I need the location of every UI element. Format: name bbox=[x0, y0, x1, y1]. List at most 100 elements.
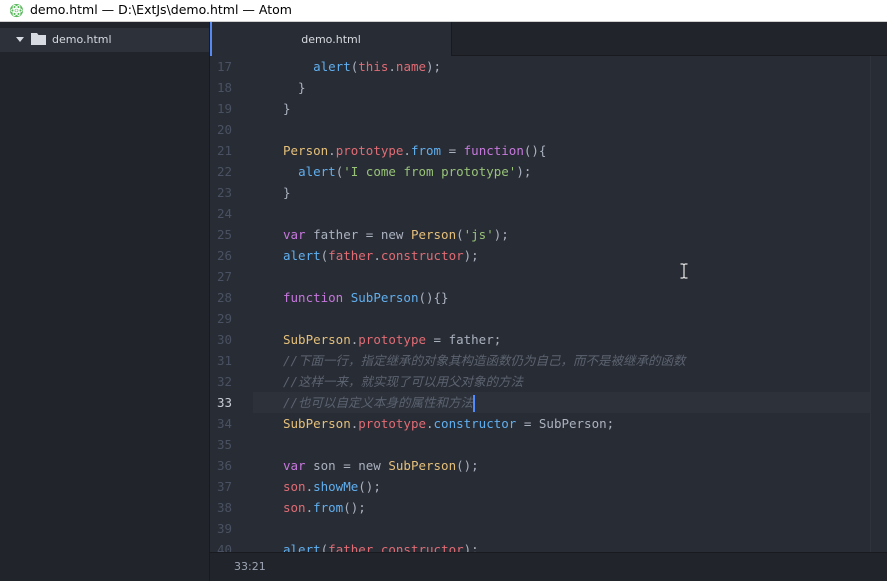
line-number[interactable]: 17 bbox=[210, 56, 252, 77]
line-number[interactable]: 31 bbox=[210, 350, 252, 371]
code-token: var bbox=[283, 227, 306, 242]
line-number[interactable]: 32 bbox=[210, 371, 252, 392]
code-token: son = new bbox=[305, 458, 389, 473]
code-token: constructor bbox=[433, 416, 517, 431]
code-line[interactable]: alert(this.name); bbox=[253, 56, 870, 77]
code-line[interactable]: //也可以自定义本身的属性和方法 bbox=[253, 392, 870, 413]
code-line[interactable]: alert('I come from prototype'); bbox=[253, 161, 870, 182]
code-line[interactable]: var father = new Person('js'); bbox=[253, 224, 870, 245]
code-line[interactable]: } bbox=[253, 77, 870, 98]
line-number[interactable]: 21 bbox=[210, 140, 252, 161]
code-token: ); bbox=[426, 59, 442, 74]
window-title-bar: demo.html — D:\ExtJs\demo.html — Atom bbox=[0, 0, 887, 22]
code-token: alert bbox=[313, 59, 351, 74]
code-line[interactable] bbox=[253, 434, 870, 455]
window-title: demo.html — D:\ExtJs\demo.html — Atom bbox=[30, 2, 292, 17]
code-line[interactable]: SubPerson.prototype = father; bbox=[253, 329, 870, 350]
code-token: . bbox=[373, 248, 381, 263]
code-line[interactable]: Person.prototype.from = function(){ bbox=[253, 140, 870, 161]
status-bar: 33:21 bbox=[210, 552, 887, 581]
editor-scrollbar[interactable] bbox=[870, 56, 887, 552]
code-line[interactable]: alert(father.constructor); bbox=[253, 539, 870, 552]
code-line[interactable] bbox=[253, 308, 870, 329]
code-line[interactable]: SubPerson.prototype.constructor = SubPer… bbox=[253, 413, 870, 434]
code-line[interactable]: function SubPerson(){} bbox=[253, 287, 870, 308]
code-token: father = new bbox=[305, 227, 411, 242]
code-token: from bbox=[410, 143, 442, 158]
line-number[interactable]: 25 bbox=[210, 224, 252, 245]
code-line[interactable] bbox=[253, 266, 870, 287]
code-token: //这样一来，就实现了可以用父对象的方法 bbox=[283, 374, 524, 389]
code-lines[interactable]: alert(this.name); }} Person.prototype.fro… bbox=[253, 56, 870, 552]
code-token: } bbox=[283, 80, 306, 95]
code-token: . bbox=[426, 416, 434, 431]
code-token: (); bbox=[456, 458, 479, 473]
line-number[interactable]: 33 bbox=[210, 392, 252, 413]
line-number[interactable]: 30 bbox=[210, 329, 252, 350]
code-token: . bbox=[403, 143, 411, 158]
code-token: var bbox=[283, 458, 306, 473]
code-token: 'I come from prototype' bbox=[343, 164, 517, 179]
code-token: function bbox=[283, 290, 344, 305]
code-token: prototype bbox=[358, 332, 426, 347]
code-token: ); bbox=[463, 542, 479, 552]
line-number[interactable]: 29 bbox=[210, 308, 252, 329]
tab-demo-html[interactable]: demo.html bbox=[210, 22, 452, 56]
code-line[interactable] bbox=[253, 119, 870, 140]
line-number[interactable]: 18 bbox=[210, 77, 252, 98]
code-line[interactable]: //这样一来，就实现了可以用父对象的方法 bbox=[253, 371, 870, 392]
code-token: (); bbox=[358, 479, 381, 494]
code-line[interactable]: } bbox=[253, 98, 870, 119]
tab-label: demo.html bbox=[301, 33, 361, 46]
text-cursor-icon bbox=[680, 263, 688, 279]
code-token: alert bbox=[283, 248, 321, 263]
code-token: showMe bbox=[313, 479, 359, 494]
line-number[interactable]: 20 bbox=[210, 119, 252, 140]
chevron-down-icon[interactable] bbox=[16, 37, 24, 43]
code-line[interactable]: son.from(); bbox=[253, 497, 870, 518]
code-token: ); bbox=[493, 227, 509, 242]
line-number[interactable]: 22 bbox=[210, 161, 252, 182]
code-token: . bbox=[305, 479, 314, 494]
line-number[interactable]: 28 bbox=[210, 287, 252, 308]
code-token: //下面一行，指定继承的对象其构造函数仍为自己，而不是被继承的函数 bbox=[283, 353, 686, 368]
code-token: = bbox=[441, 143, 464, 158]
cursor-position[interactable]: 33:21 bbox=[234, 560, 266, 573]
code-token: . bbox=[373, 542, 381, 552]
code-line[interactable]: son.showMe(); bbox=[253, 476, 870, 497]
code-line[interactable] bbox=[253, 518, 870, 539]
line-number[interactable]: 19 bbox=[210, 98, 252, 119]
code-token: SubPerson bbox=[283, 416, 351, 431]
line-number[interactable]: 35 bbox=[210, 434, 252, 455]
line-number[interactable]: 34 bbox=[210, 413, 252, 434]
code-token: //也可以自定义本身的属性和方法 bbox=[283, 395, 474, 410]
line-number[interactable]: 36 bbox=[210, 455, 252, 476]
line-number[interactable]: 26 bbox=[210, 245, 252, 266]
code-line[interactable]: } bbox=[253, 182, 870, 203]
code-line[interactable]: //下面一行，指定继承的对象其构造函数仍为自己，而不是被继承的函数 bbox=[253, 350, 870, 371]
line-number[interactable]: 24 bbox=[210, 203, 252, 224]
code-token: (){ bbox=[523, 143, 547, 158]
code-token: . bbox=[388, 59, 396, 74]
line-number[interactable]: 39 bbox=[210, 518, 252, 539]
line-number[interactable]: 23 bbox=[210, 182, 252, 203]
line-number[interactable]: 40 bbox=[210, 539, 252, 552]
code-token: 'js' bbox=[463, 227, 494, 242]
code-token: SubPerson bbox=[283, 332, 351, 347]
code-line[interactable] bbox=[253, 203, 870, 224]
code-token: from bbox=[313, 500, 344, 515]
code-line[interactable]: var son = new SubPerson(); bbox=[253, 455, 870, 476]
line-number[interactable]: 27 bbox=[210, 266, 252, 287]
code-token: alert bbox=[298, 164, 336, 179]
line-number[interactable]: 37 bbox=[210, 476, 252, 497]
tree-root-item[interactable]: demo.html bbox=[0, 28, 209, 52]
line-number[interactable]: 38 bbox=[210, 497, 252, 518]
line-number-gutter[interactable]: 17 18 19 20 21 22 23 24 25 26 27 28 29 30 31 32 33 34 35 36… bbox=[210, 56, 252, 552]
code-token: name bbox=[395, 59, 427, 74]
code-token: son bbox=[283, 500, 306, 515]
code-token: father bbox=[328, 248, 374, 263]
code-editor[interactable]: 17 18 19 20 21 22 23 24 25 26 27 28 29 30 31 32 33 34 35 36… bbox=[210, 56, 870, 552]
code-line[interactable]: alert(father.constructor); bbox=[253, 245, 870, 266]
